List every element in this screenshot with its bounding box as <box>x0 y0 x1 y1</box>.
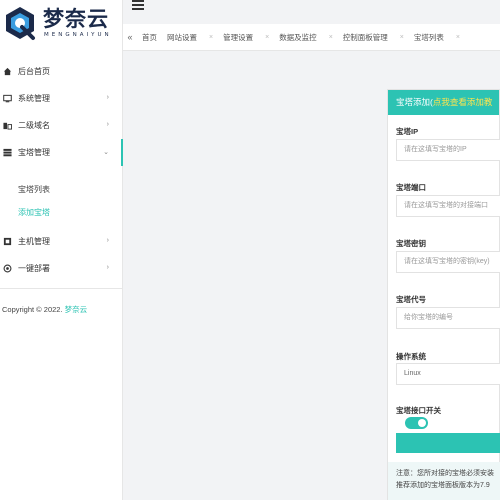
field-label-os: 操作系统 <box>396 352 426 361</box>
chevron-right-icon: › <box>106 94 109 101</box>
sidebar-item-deploy[interactable]: 一键部署 › <box>0 255 123 282</box>
chevron-right-icon: › <box>106 237 109 244</box>
field-label-key: 宝塔密钥 <box>396 239 426 248</box>
sidebar-item-label: 宝塔管理 <box>18 148 50 157</box>
tabs-bar: « 首页 网站设置 × 管理设置 × 数据及监控 × 控制面板管理 × 宝塔列表 × <box>123 24 500 51</box>
sidebar-item-system[interactable]: 系统管理 › <box>0 85 123 112</box>
deploy-icon <box>2 264 12 274</box>
tab-panel-manage[interactable]: 控制面板管理 × <box>338 32 409 43</box>
panel-title: 宝塔添加( <box>396 97 433 107</box>
tab-data-monitor[interactable]: 数据及监控 × <box>274 32 338 43</box>
copyright-text: Copyright © 2022. <box>2 305 63 314</box>
baota-submenu: 宝塔列表 添加宝塔 <box>0 166 123 228</box>
field-label-switch: 宝塔接口开关 <box>396 406 441 415</box>
tab-label: 数据及监控 <box>279 32 317 42</box>
tab-home[interactable]: 首页 <box>137 32 162 43</box>
field-label-port: 宝塔端口 <box>396 183 426 192</box>
sidebar-item-label: 后台首页 <box>18 67 50 76</box>
tutorial-link[interactable]: 点我查看添加教 <box>433 97 493 107</box>
baota-ip-input[interactable]: 请在这填写宝塔的IP <box>396 139 500 161</box>
add-baota-panel: 宝塔添加(点我查看添加教 宝塔IP 请在这填写宝塔的IP 宝塔端口 请在这填写宝… <box>387 89 500 500</box>
baota-code-input[interactable]: 给你宝塔的编号 <box>396 307 500 329</box>
close-icon[interactable]: × <box>329 34 333 41</box>
logo[interactable]: 梦奈云 MENGNAIYUN <box>0 0 123 48</box>
baota-key-input[interactable]: 请在这填写宝塔的密钥(key) <box>396 251 500 273</box>
server-icon <box>2 148 12 158</box>
panel-header: 宝塔添加(点我查看添加教 <box>388 90 499 115</box>
close-icon[interactable]: × <box>209 34 213 41</box>
close-icon[interactable]: × <box>456 34 460 41</box>
sidebar-item-host[interactable]: 主机管理 › <box>0 228 123 255</box>
close-icon[interactable]: × <box>265 34 269 41</box>
sidebar-item-home[interactable]: 后台首页 <box>0 58 123 85</box>
tab-admin-settings[interactable]: 管理设置 × <box>218 32 274 43</box>
notice-box: 注意：您所对接的宝塔必须安装 推荐添加的宝塔面板版本为7.9 <box>388 462 500 500</box>
domain-icon <box>2 121 12 131</box>
notice-line-1: 注意：您所对接的宝塔必须安装 <box>396 470 494 477</box>
submit-button[interactable] <box>396 433 500 453</box>
close-icon[interactable]: × <box>400 34 404 41</box>
submenu-item-add-baota[interactable]: 添加宝塔 <box>0 201 123 224</box>
sidebar-divider <box>0 288 123 289</box>
sidebar-item-label: 主机管理 <box>18 237 50 246</box>
brand-subtitle: MENGNAIYUN <box>44 32 112 38</box>
copyright: Copyright © 2022. 梦奈云 <box>2 304 87 315</box>
tabs-scroll-left-icon[interactable]: « <box>123 32 137 42</box>
brand-name: 梦奈云 <box>43 6 109 31</box>
copyright-brand-link[interactable]: 梦奈云 <box>65 305 88 314</box>
tab-label: 管理设置 <box>223 32 254 42</box>
submenu-item-baota-list[interactable]: 宝塔列表 <box>0 178 123 201</box>
logo-icon <box>6 7 35 40</box>
os-select[interactable]: Linux <box>396 363 500 385</box>
notice-line-2: 推荐添加的宝塔面板版本为7.9 <box>396 482 490 489</box>
field-label-code: 宝塔代号 <box>396 295 426 304</box>
chevron-right-icon: › <box>106 264 109 271</box>
api-switch-toggle[interactable] <box>405 417 428 429</box>
home-icon <box>2 67 12 77</box>
tab-label: 首页 <box>142 32 157 42</box>
chevron-down-icon: ⌄ <box>103 149 109 156</box>
sidebar-item-label: 系统管理 <box>18 94 50 103</box>
tab-label: 控制面板管理 <box>342 32 388 42</box>
sidebar-item-label: 二级域名 <box>18 121 50 130</box>
menu-toggle-icon[interactable] <box>132 0 144 10</box>
chevron-right-icon: › <box>106 121 109 128</box>
sidebar-item-domain[interactable]: 二级域名 › <box>0 112 123 139</box>
sidebar-menu: 后台首页 系统管理 › 二级域名 › 宝塔管理 ⌄ 宝塔列表 添加宝塔 主机管理… <box>0 58 123 282</box>
baota-port-input[interactable]: 请在这填写宝塔的对接端口 <box>396 195 500 217</box>
system-icon <box>2 94 12 104</box>
tab-label: 网站设置 <box>167 32 197 42</box>
toggle-knob <box>418 419 426 427</box>
tab-site-settings[interactable]: 网站设置 × <box>162 32 218 43</box>
tab-baota-list[interactable]: 宝塔列表 × <box>409 32 465 43</box>
sidebar: 梦奈云 MENGNAIYUN 后台首页 系统管理 › 二级域名 › 宝塔管理 ⌄… <box>0 0 123 500</box>
host-icon <box>2 237 12 247</box>
tab-label: 宝塔列表 <box>413 32 444 42</box>
sidebar-item-baota[interactable]: 宝塔管理 ⌄ <box>0 139 123 166</box>
sidebar-item-label: 一键部署 <box>18 264 50 273</box>
field-label-ip: 宝塔IP <box>396 127 419 136</box>
